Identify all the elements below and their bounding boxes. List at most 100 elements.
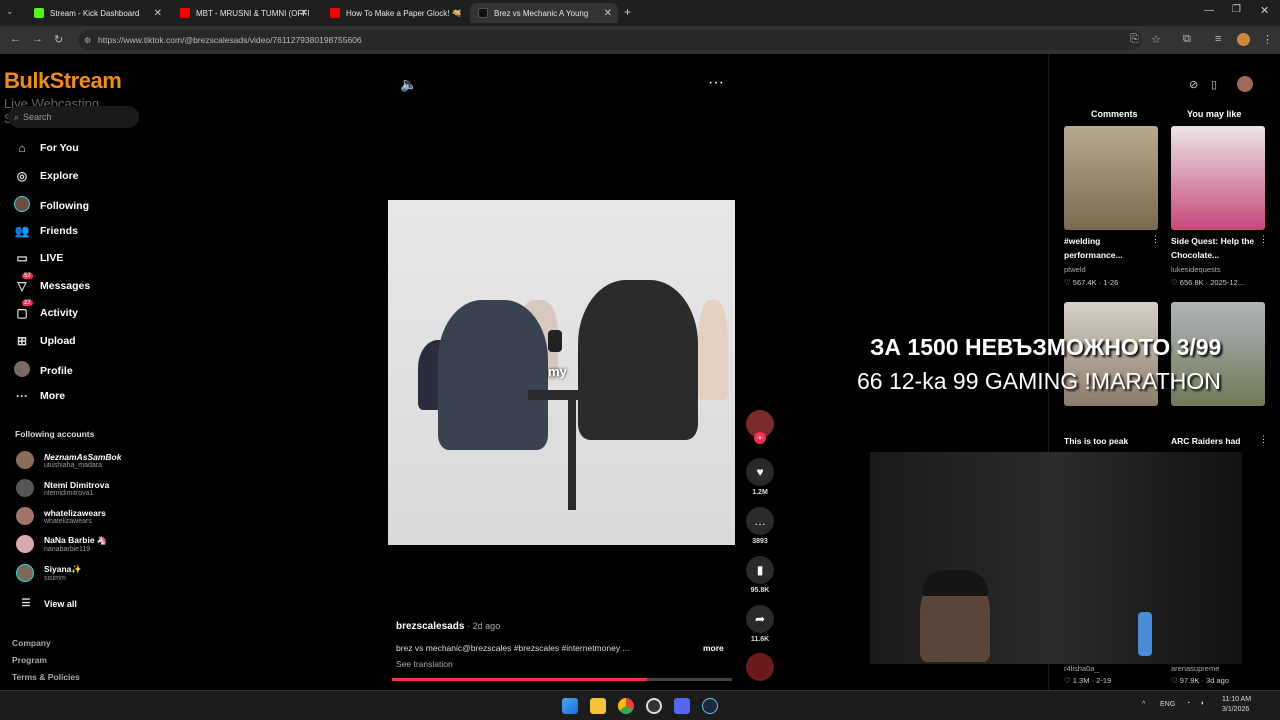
follow-plus-icon[interactable]: + — [754, 432, 766, 444]
author-name[interactable]: brezscalesads — [396, 621, 464, 632]
video-thumbnail[interactable] — [1064, 126, 1158, 230]
media-icon[interactable]: ≡ — [1215, 33, 1221, 45]
back-icon[interactable]: ← — [10, 33, 21, 45]
card-user[interactable]: lukesidequests — [1171, 265, 1221, 274]
clock-date[interactable]: 3/1/2026 — [1222, 706, 1249, 713]
tab-comments[interactable]: Comments — [1091, 109, 1138, 119]
share-button[interactable]: ➦ 11.6K — [746, 605, 774, 643]
card-title[interactable]: Side Quest: Help the Chocolate... — [1171, 234, 1261, 262]
comment-button[interactable]: … 3893 — [746, 507, 774, 545]
video-author[interactable]: brezscalesads · 2d ago — [396, 621, 500, 632]
cast-icon[interactable]: ⎘ — [1130, 33, 1139, 46]
sidebar-item-activity[interactable]: ▢ 27 Activity — [14, 300, 78, 320]
brez-person — [578, 280, 698, 440]
more-options-icon[interactable]: ··· — [708, 74, 724, 92]
sidebar-item-for-you[interactable]: ⌂ For You — [14, 141, 78, 155]
account-item[interactable]: Ntemi Dimitrova ntemidimitrova1 — [16, 479, 109, 497]
search-input[interactable]: ⌕ Search — [8, 106, 139, 128]
tab-you-may-like[interactable]: You may like — [1187, 109, 1241, 119]
sidebar-item-explore[interactable]: ◎ Explore — [14, 169, 79, 183]
file-explorer-icon[interactable] — [590, 698, 606, 714]
explore-icon[interactable]: ⊘ — [1189, 78, 1198, 91]
list-icon: ☰ — [21, 598, 31, 609]
tab-tiktok[interactable]: Brez vs Mechanic A Young ✕ — [470, 3, 618, 23]
minimize-icon[interactable]: — — [1204, 5, 1214, 16]
clock-time[interactable]: 11:10 AM — [1222, 696, 1251, 703]
card-title[interactable]: #welding performance... — [1064, 234, 1154, 262]
address-bar-row: ← → ↻ ⚙ https://www.tiktok.com/@brezscal… — [0, 26, 1280, 54]
see-translation-link[interactable]: See translation — [396, 659, 453, 669]
windows-start-icon[interactable] — [562, 698, 578, 714]
chrome-icon[interactable] — [618, 698, 634, 714]
new-tab-icon[interactable]: + — [624, 5, 631, 19]
sidebar-item-profile[interactable]: Profile — [14, 361, 73, 380]
volume-icon[interactable]: 🔈 — [400, 76, 417, 93]
music-disc[interactable] — [746, 653, 774, 681]
user-avatar[interactable] — [1237, 76, 1253, 92]
device-icon[interactable]: ▯ — [1211, 78, 1217, 91]
footer-link-company[interactable]: Company — [12, 638, 51, 648]
card-menu-icon[interactable]: ⋮ — [1259, 434, 1268, 445]
language-indicator[interactable]: ENG — [1160, 701, 1175, 708]
close-tab-icon[interactable]: ✕ — [454, 8, 462, 19]
tab-youtube-2[interactable]: How To Make a Paper Glock! 🔫 ✕ — [322, 3, 468, 23]
extensions-icon[interactable]: ⧉ — [1183, 33, 1191, 46]
bookmark-button[interactable]: ▮ 95.8K — [746, 556, 774, 594]
steam-icon[interactable] — [702, 698, 718, 714]
url-input[interactable]: ⚙ https://www.tiktok.com/@brezscalesads/… — [78, 30, 1142, 50]
avatar — [16, 564, 34, 582]
obs-icon[interactable] — [646, 698, 662, 714]
profile-avatar-icon[interactable] — [1237, 33, 1250, 46]
sidebar-item-friends[interactable]: 👥 Friends — [14, 224, 78, 238]
author-avatar-button[interactable]: + — [746, 410, 774, 444]
sidebar-item-upload[interactable]: ⊞ Upload — [14, 334, 76, 348]
tab-label: Brez vs Mechanic A Young — [494, 8, 589, 18]
video-thumbnail[interactable] — [1171, 126, 1265, 230]
card-menu-icon[interactable]: ⋮ — [1151, 234, 1160, 245]
video-progress-bar[interactable] — [392, 678, 732, 681]
network-icon[interactable]: ◔ — [1186, 700, 1190, 707]
card-user[interactable]: arenasupreme — [1171, 664, 1219, 673]
reload-icon[interactable]: ↻ — [54, 33, 63, 46]
card-user[interactable]: r4lisha0a_ — [1064, 664, 1099, 673]
close-tab-icon[interactable]: ✕ — [154, 8, 162, 19]
card-title[interactable]: ARC Raiders had — [1171, 434, 1261, 448]
video-player[interactable]: my — [388, 200, 735, 545]
tab-youtube-1[interactable]: MBT - MRUSNI & TUMNI (OFFI ✕ — [172, 3, 314, 23]
account-item[interactable]: NeznamAsSamBok utushiaha_madara — [16, 451, 121, 469]
youtube-icon — [330, 8, 340, 18]
stream-overlay-line2: 66 12-ka 99 GAMING !MARATHON — [857, 368, 1221, 394]
account-item[interactable]: whatelizawears whatelizawears — [16, 507, 106, 525]
tab-list-chevron-icon[interactable]: ⌄ — [6, 6, 14, 17]
browser-menu-icon[interactable]: ⋮ — [1262, 33, 1273, 46]
close-tab-icon[interactable]: ✕ — [300, 8, 308, 19]
sidebar-item-following[interactable]: Following — [14, 196, 89, 215]
like-button[interactable]: ♥ 1.2M — [746, 458, 774, 496]
card-title[interactable]: This is too peak — [1064, 434, 1154, 448]
footer-link-terms[interactable]: Terms & Policies — [12, 672, 80, 682]
video-progress-fill — [392, 678, 647, 681]
view-all-link[interactable]: ☰ View all — [18, 598, 77, 609]
card-user[interactable]: ptweld — [1064, 265, 1086, 274]
tray-chevron-icon[interactable]: ^ — [1142, 701, 1145, 708]
site-info-icon[interactable]: ⚙ — [84, 36, 91, 45]
sidebar-item-messages[interactable]: ▽ 57 Messages — [14, 273, 90, 293]
account-item[interactable]: Siyana✨ sisimm — [16, 564, 82, 582]
card-stats: ♡ 567.4K · 1-26 — [1064, 278, 1119, 287]
footer-link-program[interactable]: Program — [12, 655, 47, 665]
more-link[interactable]: more — [703, 643, 724, 653]
card-menu-icon[interactable]: ⋮ — [1259, 234, 1268, 245]
tab-kick[interactable]: Stream - Kick Dashboard ✕ — [26, 3, 168, 23]
restore-icon[interactable]: ❐ — [1232, 4, 1241, 15]
account-item[interactable]: NaNa Barbie 🦄 nanabarbie119 — [16, 535, 108, 553]
bookmark-star-icon[interactable]: ☆ — [1151, 33, 1161, 46]
sidebar-item-live[interactable]: ▭ LIVE — [14, 251, 63, 265]
discord-icon[interactable] — [674, 698, 690, 714]
search-placeholder: Search — [23, 112, 52, 122]
table — [528, 390, 618, 400]
close-tab-icon[interactable]: ✕ — [604, 8, 612, 19]
forward-icon[interactable]: → — [32, 33, 43, 45]
close-window-icon[interactable]: ✕ — [1260, 4, 1269, 17]
sidebar-item-more[interactable]: ··· More — [14, 389, 65, 403]
volume-tray-icon[interactable]: ◖ — [1200, 700, 1204, 707]
